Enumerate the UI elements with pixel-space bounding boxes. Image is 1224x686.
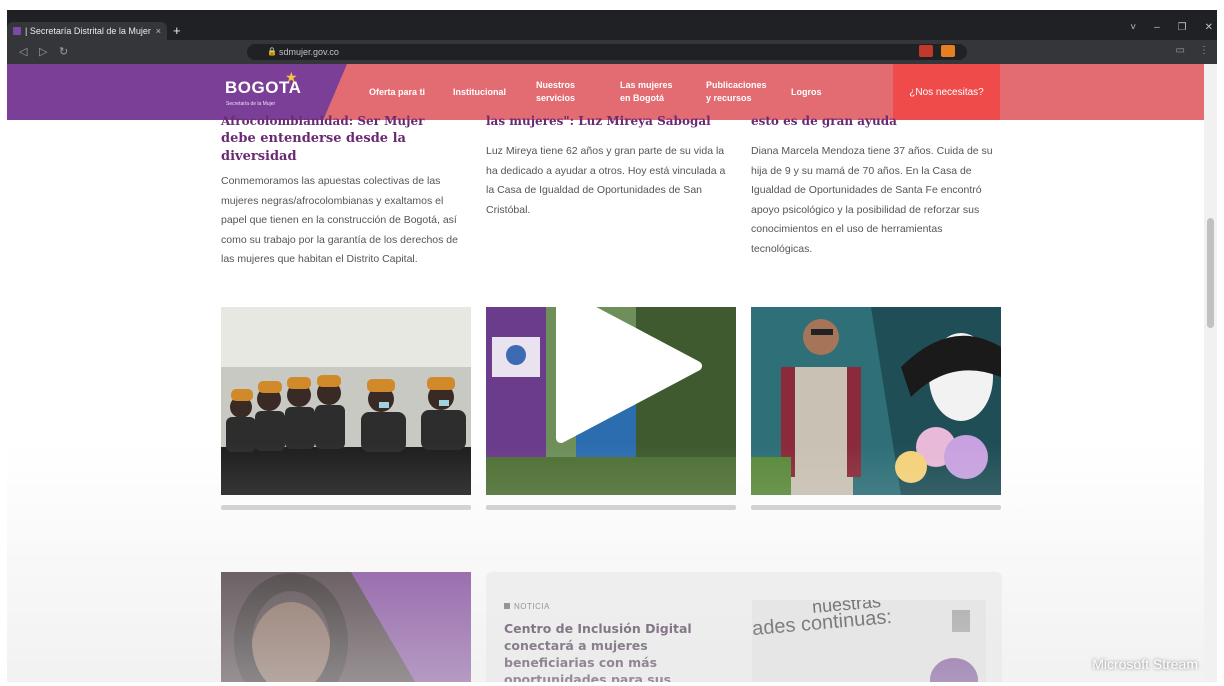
article-card[interactable]: Afrocolombianidad: Ser Mujer debe entend… — [221, 114, 471, 270]
menu-label: Institucional — [453, 86, 507, 97]
page-scrollbar[interactable] — [1204, 64, 1217, 682]
article-body: Luz Mireya tiene 62 años y gran parte de… — [486, 145, 726, 216]
article-title[interactable]: debe entenderse desde la diversidad — [221, 130, 471, 166]
back-icon[interactable]: ◁ — [19, 45, 27, 58]
menu-item-servicios[interactable]: Nuestros servicios — [536, 64, 575, 120]
recorded-screen: | Secretaría Distrital de la Mujer × + ˅… — [7, 10, 1217, 682]
toolbar-right-controls: ▭ ⋮ — [1176, 45, 1209, 56]
extensions-area — [919, 45, 955, 57]
article-photo[interactable] — [221, 572, 471, 682]
extension-icon[interactable] — [941, 45, 955, 57]
logo-subtitle: Secretaría de la Mujer — [226, 101, 276, 107]
article-card[interactable]: las mujeres": Luz Mireya Sabogal Luz Mir… — [486, 114, 736, 220]
tab-search-icon[interactable]: ˅ — [1130, 22, 1136, 33]
scrollbar-thumb[interactable] — [1207, 218, 1214, 328]
menu-label: Publicaciones — [706, 80, 767, 90]
play-icon[interactable] — [547, 286, 707, 446]
tab-close-icon[interactable]: × — [156, 26, 167, 36]
card-divider — [751, 505, 1001, 510]
close-window-button[interactable]: ✕ — [1205, 22, 1213, 33]
menu-label: Oferta para ti — [369, 86, 426, 97]
article-body: Diana Marcela Mendoza tiene 37 años. Cui… — [751, 145, 993, 255]
logo-star-icon: ★ — [285, 69, 298, 85]
site-header: BOGOTA ★ Secretaría de la Mujer Oferta p… — [7, 64, 1204, 120]
article-title-cut: esto es de gran ayuda — [751, 114, 897, 128]
tab-title: | Secretaría Distrital de la Mujer — [25, 26, 151, 36]
address-bar[interactable]: 🔒 sdmujer.gov.co — [247, 44, 967, 60]
menu-label: y recursos — [706, 93, 752, 103]
lock-icon: 🔒 — [267, 47, 277, 56]
menu-icon[interactable]: ⋮ — [1199, 45, 1209, 56]
article-photo[interactable] — [751, 307, 1001, 495]
news-card[interactable]: NOTICIA Centro de Inclusión Digital cone… — [486, 572, 1002, 682]
browser-tab-strip: | Secretaría Distrital de la Mujer × + ˅… — [7, 10, 1217, 40]
article-photo[interactable] — [221, 307, 471, 495]
menu-label: Nuestros — [536, 80, 576, 90]
cta-button[interactable]: ¿Nos necesitas? — [893, 64, 1000, 120]
tab-groups-icon[interactable]: ▭ — [1176, 45, 1185, 56]
menu-label: Las mujeres — [620, 80, 673, 90]
forward-icon[interactable]: ▷ — [39, 45, 47, 58]
menu-item-logros[interactable]: Logros — [791, 64, 822, 120]
page-viewport: BOGOTA ★ Secretaría de la Mujer Oferta p… — [7, 64, 1204, 682]
card-divider — [486, 505, 736, 510]
menu-item-mujeres[interactable]: Las mujeres en Bogotá — [620, 64, 673, 120]
news-tag-label: NOTICIA — [514, 602, 550, 611]
extension-icon[interactable] — [919, 45, 933, 57]
menu-item-publicaciones[interactable]: Publicaciones y recursos — [706, 64, 767, 120]
video-frame: | Secretaría Distrital de la Mujer × + ˅… — [0, 0, 1224, 686]
news-photo[interactable]: nuestras ades continuas: — [752, 600, 986, 682]
menu-label: Logros — [791, 86, 822, 97]
card-divider — [221, 505, 471, 510]
menu-item-institucional[interactable]: Institucional — [453, 64, 506, 120]
news-title[interactable]: Centro de Inclusión Digital conectará a … — [504, 620, 714, 682]
news-tag: NOTICIA — [504, 602, 550, 611]
news-icon — [504, 603, 510, 609]
browser-tab[interactable]: | Secretaría Distrital de la Mujer × — [7, 22, 167, 40]
article-card[interactable]: esto es de gran ayuda Diana Marcela Mend… — [751, 114, 1001, 259]
window-controls: ˅ – ❐ ✕ — [1130, 22, 1213, 33]
microsoft-stream-watermark: Microsoft Stream — [1092, 656, 1198, 672]
reload-icon[interactable]: ↻ — [59, 45, 68, 58]
maximize-button[interactable]: ❐ — [1178, 22, 1187, 33]
article-title-cut: las mujeres": Luz Mireya Sabogal — [486, 114, 711, 128]
minimize-button[interactable]: – — [1154, 22, 1160, 33]
article-body: Conmemoramos las apuestas colectivas de … — [221, 175, 458, 265]
url-text: sdmujer.gov.co — [279, 47, 339, 57]
menu-label: en Bogotá — [620, 93, 664, 103]
menu-item-oferta[interactable]: Oferta para ti — [369, 64, 425, 120]
menu-label: servicios — [536, 93, 576, 103]
favicon-icon — [13, 27, 21, 35]
article-title-cut: Afrocolombianidad: Ser Mujer — [221, 114, 425, 128]
browser-toolbar: ◁ ▷ ↻ 🔒 sdmujer.gov.co ▭ ⋮ — [7, 40, 1217, 64]
new-tab-button[interactable]: + — [173, 23, 181, 38]
